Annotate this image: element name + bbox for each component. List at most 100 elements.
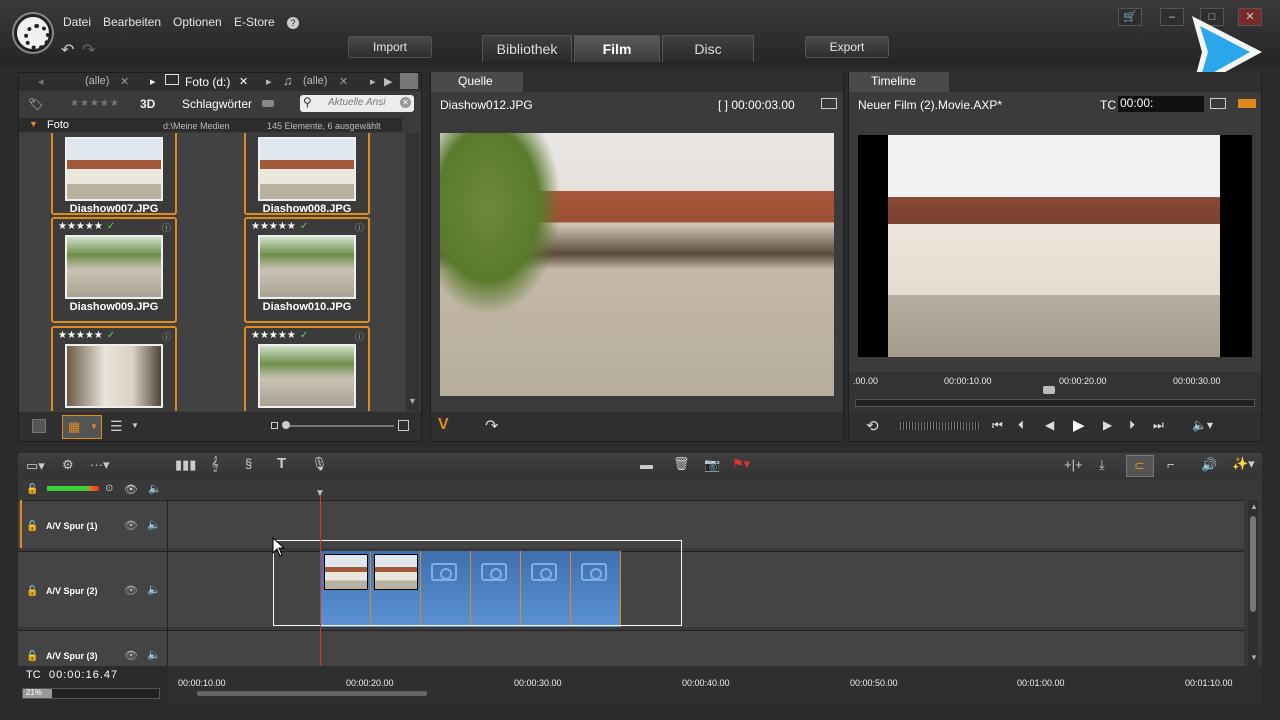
menu-file[interactable]: Datei xyxy=(63,15,91,29)
rating-stars[interactable]: ★★★★★ xyxy=(58,221,103,232)
slip-icon[interactable]: ⌐ xyxy=(1167,457,1175,472)
marker-icon[interactable]: ⚑▾ xyxy=(732,456,750,472)
close-tab-icon[interactable]: ✕ xyxy=(339,75,348,88)
add-tab-button[interactable] xyxy=(400,73,418,89)
library-tab-all-2[interactable]: (alle) xyxy=(303,75,327,87)
lock-icon[interactable]: 🔓 xyxy=(26,651,38,662)
tag-icon[interactable]: 🏷 xyxy=(28,97,43,111)
media-item[interactable]: Diashow007.JPG xyxy=(51,133,177,215)
speaker-icon[interactable]: 🔈 xyxy=(147,583,161,596)
fullscreen-icon[interactable] xyxy=(1210,98,1226,109)
collapse-icon[interactable]: ▼ xyxy=(29,119,38,129)
scroll-right-icon[interactable]: ▶ xyxy=(384,75,392,88)
lock-icon[interactable]: 🔓 xyxy=(26,484,38,495)
scroll-down-icon[interactable]: ▼ xyxy=(1250,653,1258,662)
chevron-down-icon[interactable]: ▼ xyxy=(131,421,139,430)
gear-icon[interactable]: ⚙ xyxy=(62,457,74,473)
tab-movie[interactable]: Film xyxy=(574,35,660,62)
skip-forward-icon[interactable]: ⏭ xyxy=(1153,418,1164,433)
jog-wheel[interactable] xyxy=(900,422,980,430)
lock-icon[interactable]: 🔓 xyxy=(26,586,38,597)
magnet-button[interactable]: ⊂ xyxy=(1126,455,1154,477)
ripple-icon[interactable]: ⤓ xyxy=(1099,457,1105,473)
output-icon[interactable] xyxy=(1238,99,1256,108)
preview-timecode[interactable]: 00:00: xyxy=(1118,96,1204,112)
media-item[interactable]: ★★★★★ ✓ ⓘ xyxy=(51,326,177,411)
library-tab-foto[interactable]: Foto (d:) xyxy=(185,75,230,89)
menu-store[interactable]: E-Store xyxy=(234,15,275,29)
help-icon[interactable]: ? xyxy=(287,17,299,29)
search-box[interactable]: ⚲ Aktuelle Ansi ✕ xyxy=(300,95,414,112)
redo-icon[interactable]: ↷ xyxy=(82,40,95,60)
rating-stars[interactable]: ★★★★★ xyxy=(58,330,103,341)
chevron-right-icon[interactable]: ▸ xyxy=(266,75,272,88)
frame-forward-icon[interactable]: ▶ xyxy=(1103,418,1112,432)
trash-icon[interactable]: 🗑 xyxy=(673,456,690,472)
audio-scrub-icon[interactable]: 🔊 xyxy=(1201,457,1217,473)
fullscreen-icon[interactable] xyxy=(821,98,837,109)
tab-timeline[interactable]: Timeline xyxy=(849,72,949,92)
search-input[interactable]: Aktuelle Ansi xyxy=(328,97,385,108)
tab-disc[interactable]: Disc xyxy=(662,35,754,62)
media-item[interactable]: ★★★★★ ✓ ⓘ xyxy=(244,326,370,411)
speaker-icon[interactable]: 🔈 xyxy=(148,482,162,495)
close-tab-icon[interactable]: ✕ xyxy=(120,75,129,88)
keywords-filter[interactable]: Schlagwörter xyxy=(182,97,252,111)
slider-handle[interactable] xyxy=(282,421,290,429)
library-scrollbar[interactable] xyxy=(406,133,419,411)
undo-icon[interactable]: ↶ xyxy=(61,40,74,60)
speaker-icon[interactable]: 🔈 xyxy=(147,518,161,531)
media-item[interactable]: ★★★★★ ✓ ⓘ Diashow009.JPG xyxy=(51,217,177,323)
razor-icon[interactable]: ▬ xyxy=(640,457,653,472)
info-icon[interactable]: ⓘ xyxy=(162,330,171,343)
playhead-line[interactable] xyxy=(320,494,321,676)
scorefitter-icon[interactable]: § xyxy=(245,456,252,471)
eye-icon[interactable]: 👁 xyxy=(124,584,138,597)
rating-stars[interactable]: ★★★★★ xyxy=(251,330,296,341)
lock-icon[interactable]: 🔓 xyxy=(26,521,38,532)
info-icon[interactable]: ⓘ xyxy=(162,221,171,234)
frame-back-icon[interactable]: ◀ xyxy=(1045,418,1054,432)
eye-icon[interactable]: 👁 xyxy=(124,483,138,496)
clear-search-icon[interactable]: ✕ xyxy=(400,97,411,108)
stack-icon[interactable] xyxy=(32,419,46,433)
step-forward-icon[interactable]: ⏵ xyxy=(1129,418,1135,433)
insert-icon[interactable]: V xyxy=(438,416,449,434)
rating-filter[interactable]: ★★★★★ xyxy=(70,98,120,109)
info-icon[interactable]: ⓘ xyxy=(355,221,364,234)
more-icon[interactable]: ···▾ xyxy=(90,457,110,473)
grid-view-button[interactable]: ▦ ▼ xyxy=(62,415,102,439)
chevron-right-icon[interactable]: ▸ xyxy=(150,75,156,88)
info-icon[interactable]: ⓘ xyxy=(355,330,364,343)
timeline-hscroll-thumb[interactable] xyxy=(197,691,427,696)
step-back-icon[interactable]: ⏴ xyxy=(1018,418,1024,433)
3d-filter[interactable]: 3D xyxy=(140,97,155,111)
microphone-icon[interactable]: 🎙 xyxy=(311,456,328,472)
play-icon[interactable]: ▶ xyxy=(1073,416,1085,434)
vscroll-thumb[interactable] xyxy=(1250,516,1256,612)
menu-edit[interactable]: Bearbeiten xyxy=(103,15,161,29)
menu-options[interactable]: Optionen xyxy=(173,15,222,29)
thumbnail-size-slider[interactable] xyxy=(284,425,394,427)
eye-icon[interactable]: 👁 xyxy=(124,519,138,532)
title-icon[interactable]: T xyxy=(277,455,286,472)
volume-icon[interactable]: 🔈▾ xyxy=(1192,418,1213,432)
loop-icon[interactable]: ⟲ xyxy=(866,417,879,435)
track-name[interactable]: A/V Spur (2) xyxy=(46,586,98,596)
send-to-timeline-icon[interactable]: ↷ xyxy=(485,416,498,436)
scroll-down-icon[interactable]: ▼ xyxy=(408,396,417,406)
trim-icon[interactable]: +|+ xyxy=(1064,457,1083,472)
chevron-right-icon[interactable]: ▸ xyxy=(370,75,376,88)
track-name[interactable]: A/V Spur (3) xyxy=(46,651,98,661)
import-button[interactable]: Import xyxy=(348,36,432,58)
snapshot-icon[interactable]: 📷 xyxy=(704,457,720,473)
playhead-top-handle[interactable]: ▼ xyxy=(315,488,325,499)
cart-icon[interactable]: 🛒 xyxy=(1118,8,1142,26)
tab-source[interactable]: Quelle xyxy=(431,72,523,92)
media-item[interactable]: Diashow008.JPG xyxy=(244,133,370,215)
media-item[interactable]: ★★★★★ ✓ ⓘ Diashow010.JPG xyxy=(244,217,370,323)
nav-back-icon[interactable]: ◂ xyxy=(38,75,44,88)
list-view-icon[interactable]: ☰ xyxy=(110,418,123,435)
close-tab-icon[interactable]: ✕ xyxy=(239,75,248,88)
library-tab-all-1[interactable]: (alle) xyxy=(85,75,109,87)
